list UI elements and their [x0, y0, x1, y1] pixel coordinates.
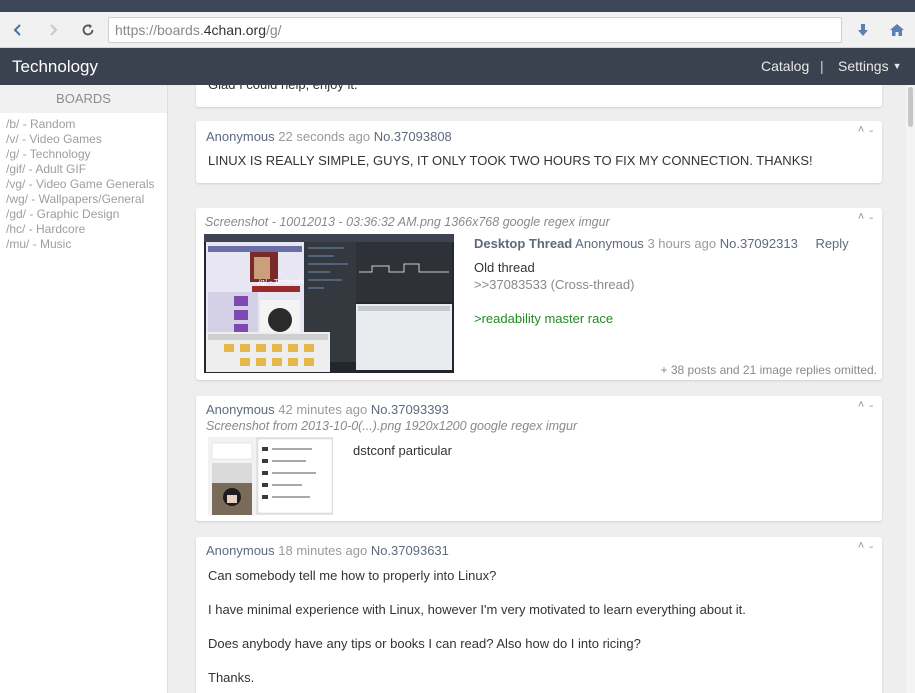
post-date: 42 minutes ago — [278, 402, 368, 417]
post-date: 22 seconds ago — [278, 129, 371, 144]
page-scrollbar[interactable] — [906, 85, 915, 693]
download-icon[interactable] — [853, 20, 873, 40]
post-text: LINUX IS REALLY SIMPLE, GUYS, IT ONLY TO… — [208, 153, 813, 168]
google-search-link[interactable]: google — [470, 419, 508, 433]
board-link-v[interactable]: /v/ - Video Games — [6, 132, 167, 147]
url-domain: 4chan.org — [203, 22, 266, 38]
poster-name[interactable]: Anonymous — [575, 236, 644, 251]
catalog-link-overlay[interactable]: Catalog — [761, 58, 809, 74]
browser-toolbar: https://boards.4chan.org/g/ — [0, 12, 915, 48]
post-info: Desktop Thread Anonymous 3 hours ago No.… — [474, 236, 849, 251]
thread-thumbnail[interactable]: /g/ - Technology — [204, 234, 454, 373]
poster-name[interactable]: Anonymous — [206, 402, 275, 417]
imgur-search-link[interactable]: imgur — [546, 419, 577, 433]
settings-menu-overlay[interactable]: Settings ▼ — [838, 58, 902, 74]
board-link-gd[interactable]: /gd/ - Graphic Design — [6, 207, 167, 222]
post-info: Anonymous 22 seconds ago No.37093808 — [206, 129, 452, 144]
thread-subject: Desktop Thread — [474, 236, 573, 251]
board-link-mu[interactable]: /mu/ - Music — [6, 237, 167, 252]
post-text-line: Thanks. — [208, 670, 255, 685]
post-text: dstconf particular — [353, 443, 452, 458]
desktop-screenshot-image: /g/ - Technology — [204, 234, 454, 373]
file-name-link[interactable]: Screenshot from 2013-10-0(...).png 1920x… — [206, 419, 467, 433]
board-link-gif[interactable]: /gif/ - Adult GIF — [6, 162, 167, 177]
back-arrow-icon[interactable] — [8, 20, 28, 40]
post-number-link[interactable]: No.37093808 — [374, 129, 452, 144]
header-separator-overlay: | — [820, 58, 824, 74]
regex-search-link[interactable]: regex — [544, 215, 575, 229]
cross-thread-quote-link[interactable]: >>37083533 (Cross-thread) — [474, 277, 634, 292]
caret-down-icon: ▼ — [892, 61, 902, 71]
post-menu-icon[interactable]: ˄ ˗ — [858, 399, 874, 411]
greentext-line: >readability master race — [474, 311, 614, 326]
post-number-link[interactable]: No.37092313 — [720, 236, 798, 251]
site-header-cover: Technology Catalog | Settings ▼ — [0, 48, 915, 85]
post-menu-icon[interactable]: ˄ ˗ — [858, 540, 874, 552]
scrollbar-thumb[interactable] — [908, 87, 913, 127]
board-link-b[interactable]: /b/ - Random — [6, 117, 167, 132]
post-number-link[interactable]: No.37093393 — [371, 402, 449, 417]
board-link-g[interactable]: /g/ - Technology — [6, 147, 167, 162]
post-info: Anonymous 42 minutes ago No.37093393 — [206, 402, 449, 417]
file-name-link[interactable]: Screenshot - 10012013 - 03:36:32 AM.png … — [205, 215, 499, 229]
screenshot-thumbnail-image — [208, 437, 333, 515]
post-thumbnail[interactable] — [208, 437, 333, 515]
settings-label-overlay: Settings — [838, 58, 889, 74]
board-link-wg[interactable]: /wg/ - Wallpapers/General — [6, 192, 167, 207]
address-bar[interactable]: https://boards.4chan.org/g/ — [108, 17, 842, 43]
post-date: 18 minutes ago — [278, 543, 368, 558]
board-link-vg[interactable]: /vg/ - Video Game Generals — [6, 177, 167, 192]
post-text-line: Can somebody tell me how to properly int… — [208, 568, 497, 583]
imgur-search-link[interactable]: imgur — [578, 215, 609, 229]
post-date: 3 hours ago — [647, 236, 717, 251]
reload-icon[interactable] — [78, 20, 98, 40]
home-icon[interactable] — [887, 20, 907, 40]
post-text-line: Old thread — [474, 260, 535, 275]
file-info: Screenshot from 2013-10-0(...).png 1920x… — [206, 419, 577, 433]
reply-link[interactable]: Reply — [815, 236, 848, 251]
post-menu-icon[interactable]: ˄ ˗ — [858, 211, 874, 223]
file-info: Screenshot - 10012013 - 03:36:32 AM.png … — [205, 215, 610, 229]
post-menu-icon[interactable]: ˄ ˗ — [858, 124, 874, 136]
post-text-line: I have minimal experience with Linux, ho… — [208, 602, 746, 617]
omitted-posts-link[interactable]: + 38 posts and 21 image replies omitted. — [661, 363, 877, 377]
regex-search-link[interactable]: regex — [511, 419, 542, 433]
window-top-bar — [0, 0, 915, 12]
url-prefix: https://boards. — [115, 22, 204, 38]
poster-name[interactable]: Anonymous — [206, 543, 275, 558]
thread-op-37092313: ˄ ˗ Screenshot - 10012013 - 03:36:32 AM.… — [196, 208, 882, 380]
sidebar-heading: BOARDS — [0, 85, 167, 113]
boards-sidebar: BOARDS /b/ - Random /v/ - Video Games /g… — [0, 85, 168, 693]
post-number-link[interactable]: No.37093631 — [371, 543, 449, 558]
poster-name[interactable]: Anonymous — [206, 129, 275, 144]
forward-arrow-icon[interactable] — [43, 20, 63, 40]
post-info: Anonymous 18 minutes ago No.37093631 — [206, 543, 449, 558]
reply-post-37093393: ˄ ˗ Anonymous 42 minutes ago No.37093393… — [196, 396, 882, 521]
board-list: /b/ - Random /v/ - Video Games /g/ - Tec… — [0, 113, 167, 252]
post-text-line: Does anybody have any tips or books I ca… — [208, 636, 641, 651]
url-suffix: /g/ — [266, 22, 282, 38]
reply-post-37093631: ˄ ˗ Anonymous 18 minutes ago No.37093631… — [196, 537, 882, 693]
reply-post-37093808: ˄ ˗ Anonymous 22 seconds ago No.37093808… — [196, 121, 882, 183]
google-search-link[interactable]: google — [503, 215, 541, 229]
board-title-overlay: Technology — [12, 57, 99, 76]
board-link-hc[interactable]: /hc/ - Hardcore — [6, 222, 167, 237]
